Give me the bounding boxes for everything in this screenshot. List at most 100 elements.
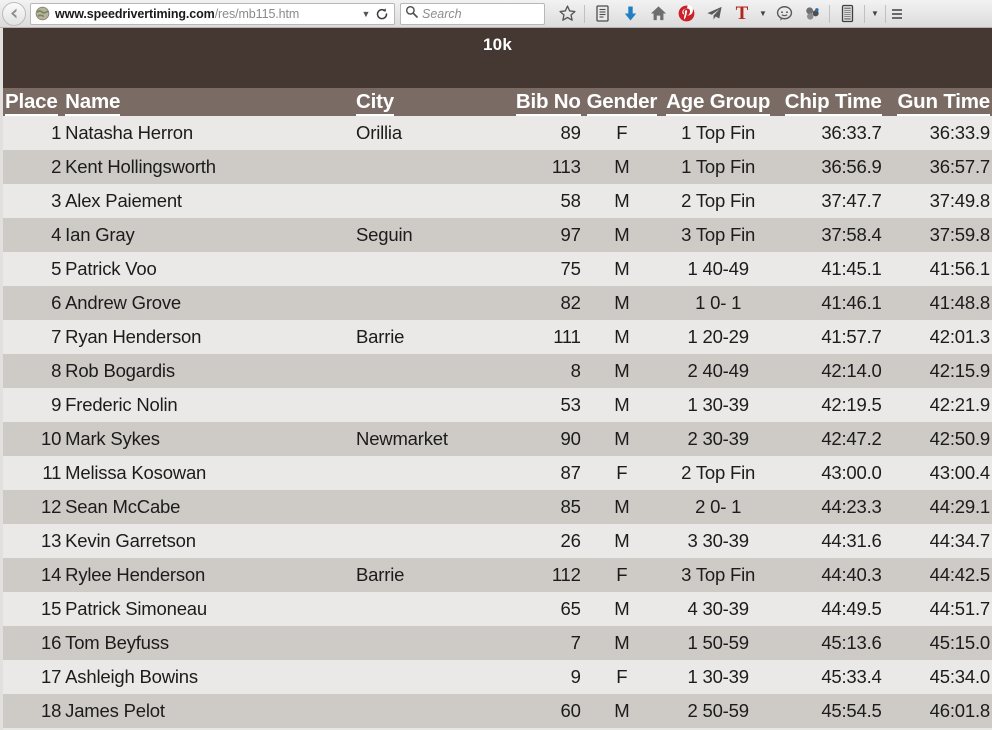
search-icon bbox=[405, 5, 418, 23]
cell-name: Alex Paiement bbox=[65, 190, 182, 211]
cell-city bbox=[354, 388, 504, 422]
overflow-dropdown-icon[interactable]: ▼ bbox=[868, 1, 882, 27]
cell-gender: M bbox=[614, 292, 630, 313]
browser-toolbar: www.speedrivertiming.com/res/mb115.htm ▼… bbox=[0, 0, 992, 28]
address-bar[interactable]: www.speedrivertiming.com/res/mb115.htm ▼ bbox=[30, 2, 395, 25]
cell-place: 9 bbox=[51, 394, 62, 415]
table-row: 4 Ian Gray Seguin 97 M 3 Top Fin 37:58.4 37:59.… bbox=[3, 218, 992, 252]
cell-chip-time: 44:23.3 bbox=[821, 496, 882, 517]
column-header-city[interactable]: City bbox=[354, 88, 504, 116]
toolbar-separator-2 bbox=[829, 4, 830, 23]
cell-chip-time: 42:19.5 bbox=[821, 394, 882, 415]
cell-name: Rob Bogardis bbox=[65, 360, 175, 381]
bookmark-star-icon[interactable] bbox=[554, 1, 580, 27]
cell-age-group: 1 Top Fin bbox=[681, 122, 756, 143]
chat-bubble-icon[interactable] bbox=[771, 1, 797, 27]
cell-gun-time: 36:57.7 bbox=[929, 156, 991, 177]
home-icon[interactable] bbox=[645, 1, 671, 27]
download-arrow-icon[interactable] bbox=[617, 1, 643, 27]
cell-chip-time: 36:56.9 bbox=[821, 156, 882, 177]
reading-list-icon[interactable] bbox=[589, 1, 615, 27]
cell-city bbox=[354, 592, 504, 626]
cell-name: James Pelot bbox=[65, 700, 165, 721]
cell-age-group: 1 30-39 bbox=[687, 394, 749, 415]
table-row: 17 Ashleigh Bowins 9 F 1 30-39 45:33.4 45:34.0 bbox=[3, 660, 992, 694]
cell-gender: M bbox=[614, 632, 630, 653]
cell-age-group: 1 30-39 bbox=[687, 666, 749, 687]
cell-city: Orillia bbox=[356, 122, 402, 143]
cell-name: Kent Hollingsworth bbox=[65, 156, 216, 177]
cell-gun-time: 44:34.7 bbox=[929, 530, 991, 551]
extension-icon[interactable] bbox=[799, 1, 825, 27]
column-header-name[interactable]: Name bbox=[63, 88, 354, 116]
cell-gender: F bbox=[616, 122, 628, 143]
hamburger-menu-icon[interactable] bbox=[890, 1, 904, 27]
address-dropdown-icon[interactable]: ▼ bbox=[359, 4, 373, 24]
table-row: 11 Melissa Kosowan 87 F 2 Top Fin 43:00.0 43:0… bbox=[3, 456, 992, 490]
cell-bib-no: 82 bbox=[560, 292, 581, 313]
cell-chip-time: 36:33.7 bbox=[821, 122, 882, 143]
cell-gun-time: 36:33.9 bbox=[929, 122, 991, 143]
cell-place: 18 bbox=[40, 700, 62, 721]
back-button[interactable] bbox=[2, 1, 26, 26]
cell-chip-time: 44:49.5 bbox=[821, 598, 882, 619]
text-tool-dropdown-icon[interactable]: ▼ bbox=[756, 1, 770, 27]
cell-gun-time: 45:34.0 bbox=[929, 666, 991, 687]
cell-gender: M bbox=[614, 360, 630, 381]
text-tool-icon[interactable]: T bbox=[729, 1, 755, 27]
table-row: 13 Kevin Garretson 26 M 3 30-39 44:31.6 44:34.… bbox=[3, 524, 992, 558]
cell-name: Ian Gray bbox=[65, 224, 135, 245]
page-title-banner: 10k bbox=[3, 28, 992, 88]
cell-age-group: 4 30-39 bbox=[687, 598, 749, 619]
telegram-send-icon[interactable] bbox=[701, 1, 727, 27]
column-header-bib-no[interactable]: Bib No bbox=[505, 88, 583, 116]
column-header-gun-time[interactable]: Gun Time bbox=[884, 88, 992, 116]
column-header-age-group[interactable]: Age Group bbox=[661, 88, 775, 116]
cell-place: 14 bbox=[40, 564, 62, 585]
cell-bib-no: 58 bbox=[560, 190, 581, 211]
reload-icon[interactable] bbox=[373, 7, 391, 21]
cell-gender: M bbox=[614, 394, 630, 415]
toolbar-separator-4 bbox=[885, 4, 886, 23]
cell-place: 12 bbox=[40, 496, 62, 517]
cell-name: Andrew Grove bbox=[65, 292, 182, 313]
cell-chip-time: 41:46.1 bbox=[821, 292, 882, 313]
pinterest-icon[interactable] bbox=[673, 1, 699, 27]
table-row: 6 Andrew Grove 82 M 1 0- 1 41:46.1 41:48.8 bbox=[3, 286, 992, 320]
results-table-body: 1 Natasha Herron Orillia 89 F 1 Top Fin 36:33.… bbox=[3, 116, 992, 728]
cell-chip-time: 37:47.7 bbox=[821, 190, 882, 211]
cell-gun-time: 42:21.9 bbox=[929, 394, 991, 415]
search-box[interactable]: Search bbox=[400, 2, 545, 25]
header-row: Place Name City Bib No Gender Age Group … bbox=[3, 88, 992, 116]
column-header-place[interactable]: Place bbox=[3, 88, 63, 116]
cell-gun-time: 37:49.8 bbox=[929, 190, 991, 211]
cell-city: Seguin bbox=[356, 224, 413, 245]
cell-place: 3 bbox=[51, 190, 62, 211]
cell-gender: M bbox=[614, 496, 630, 517]
cell-city bbox=[354, 252, 504, 286]
cell-chip-time: 43:00.0 bbox=[821, 462, 882, 483]
column-header-gender[interactable]: Gender bbox=[583, 88, 661, 116]
cell-age-group: 2 0- 1 bbox=[695, 496, 742, 517]
cell-city bbox=[354, 184, 504, 218]
column-header-chip-time[interactable]: Chip Time bbox=[775, 88, 883, 116]
cell-place: 8 bbox=[51, 360, 62, 381]
cell-place: 10 bbox=[40, 428, 62, 449]
cell-name: Patrick Voo bbox=[65, 258, 157, 279]
archive-icon[interactable] bbox=[834, 1, 860, 27]
cell-bib-no: 65 bbox=[560, 598, 581, 619]
cell-bib-no: 112 bbox=[551, 564, 581, 585]
table-row: 14 Rylee Henderson Barrie 112 F 3 Top Fin 44:4… bbox=[3, 558, 992, 592]
back-arrow-icon bbox=[10, 8, 16, 19]
table-row: 7 Ryan Henderson Barrie 111 M 1 20-29 41:57.7 4… bbox=[3, 320, 992, 354]
cell-bib-no: 85 bbox=[560, 496, 581, 517]
cell-place: 17 bbox=[40, 666, 62, 687]
cell-gun-time: 44:51.7 bbox=[929, 598, 991, 619]
cell-bib-no: 60 bbox=[560, 700, 581, 721]
cell-place: 6 bbox=[51, 292, 62, 313]
address-bar-url: www.speedrivertiming.com/res/mb115.htm bbox=[55, 4, 359, 24]
cell-name: Patrick Simoneau bbox=[65, 598, 207, 619]
cell-chip-time: 44:40.3 bbox=[821, 564, 882, 585]
cell-gun-time: 42:01.3 bbox=[929, 326, 991, 347]
cell-chip-time: 42:47.2 bbox=[821, 428, 882, 449]
